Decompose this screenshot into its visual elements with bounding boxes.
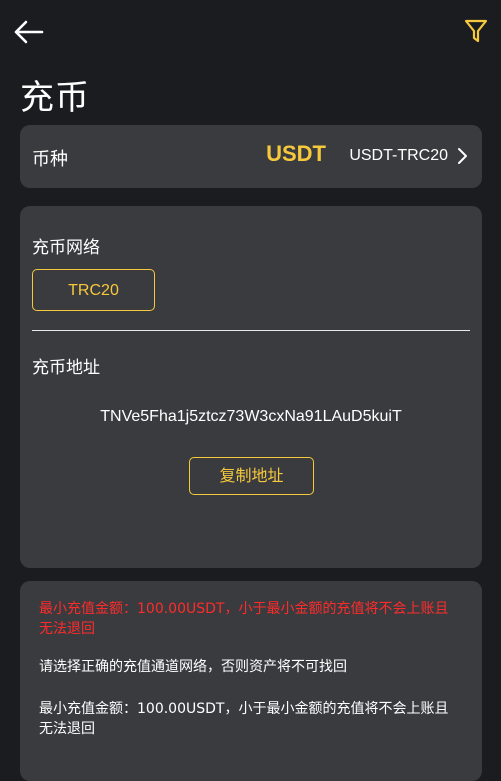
- page-title: 充币: [20, 78, 90, 118]
- filter-button[interactable]: [463, 16, 489, 46]
- coin-selector[interactable]: 币种 USDT USDT-TRC20: [20, 125, 482, 188]
- chevron-right-icon: [458, 148, 467, 164]
- network-label: 充币网络: [32, 238, 100, 258]
- coin-network-name: USDT-TRC20: [349, 147, 448, 164]
- notice-card: 最小充值金额：100.00USDT，小于最小金额的充值将不会上账且无法退回 请选…: [20, 581, 482, 781]
- back-button[interactable]: [12, 16, 46, 48]
- address-label: 充币地址: [32, 358, 100, 378]
- coin-label: 币种: [32, 149, 68, 170]
- deposit-address: TNVe5Fha1j5ztcz73W3cxNa91LAuD5kuiT: [100, 408, 402, 425]
- filter-icon: [464, 19, 488, 43]
- notice-item: 最小充值金额：100.00USDT，小于最小金额的充值将不会上账且无法退回: [39, 701, 449, 737]
- copy-address-button[interactable]: 复制地址: [189, 457, 314, 495]
- top-bar: [0, 0, 501, 64]
- network-option-trc20[interactable]: TRC20: [32, 269, 155, 311]
- coin-symbol: USDT: [266, 141, 326, 166]
- divider: [32, 330, 470, 331]
- notice-warning: 最小充值金额：100.00USDT，小于最小金额的充值将不会上账且无法退回: [39, 601, 449, 637]
- arrow-left-icon: [14, 20, 44, 44]
- deposit-info-card: 充币网络 TRC20 充币地址 TNVe5Fha1j5ztcz73W3cxNa9…: [20, 206, 482, 568]
- notice-item: 请选择正确的充值通道网络，否则资产将不可找回: [39, 659, 347, 675]
